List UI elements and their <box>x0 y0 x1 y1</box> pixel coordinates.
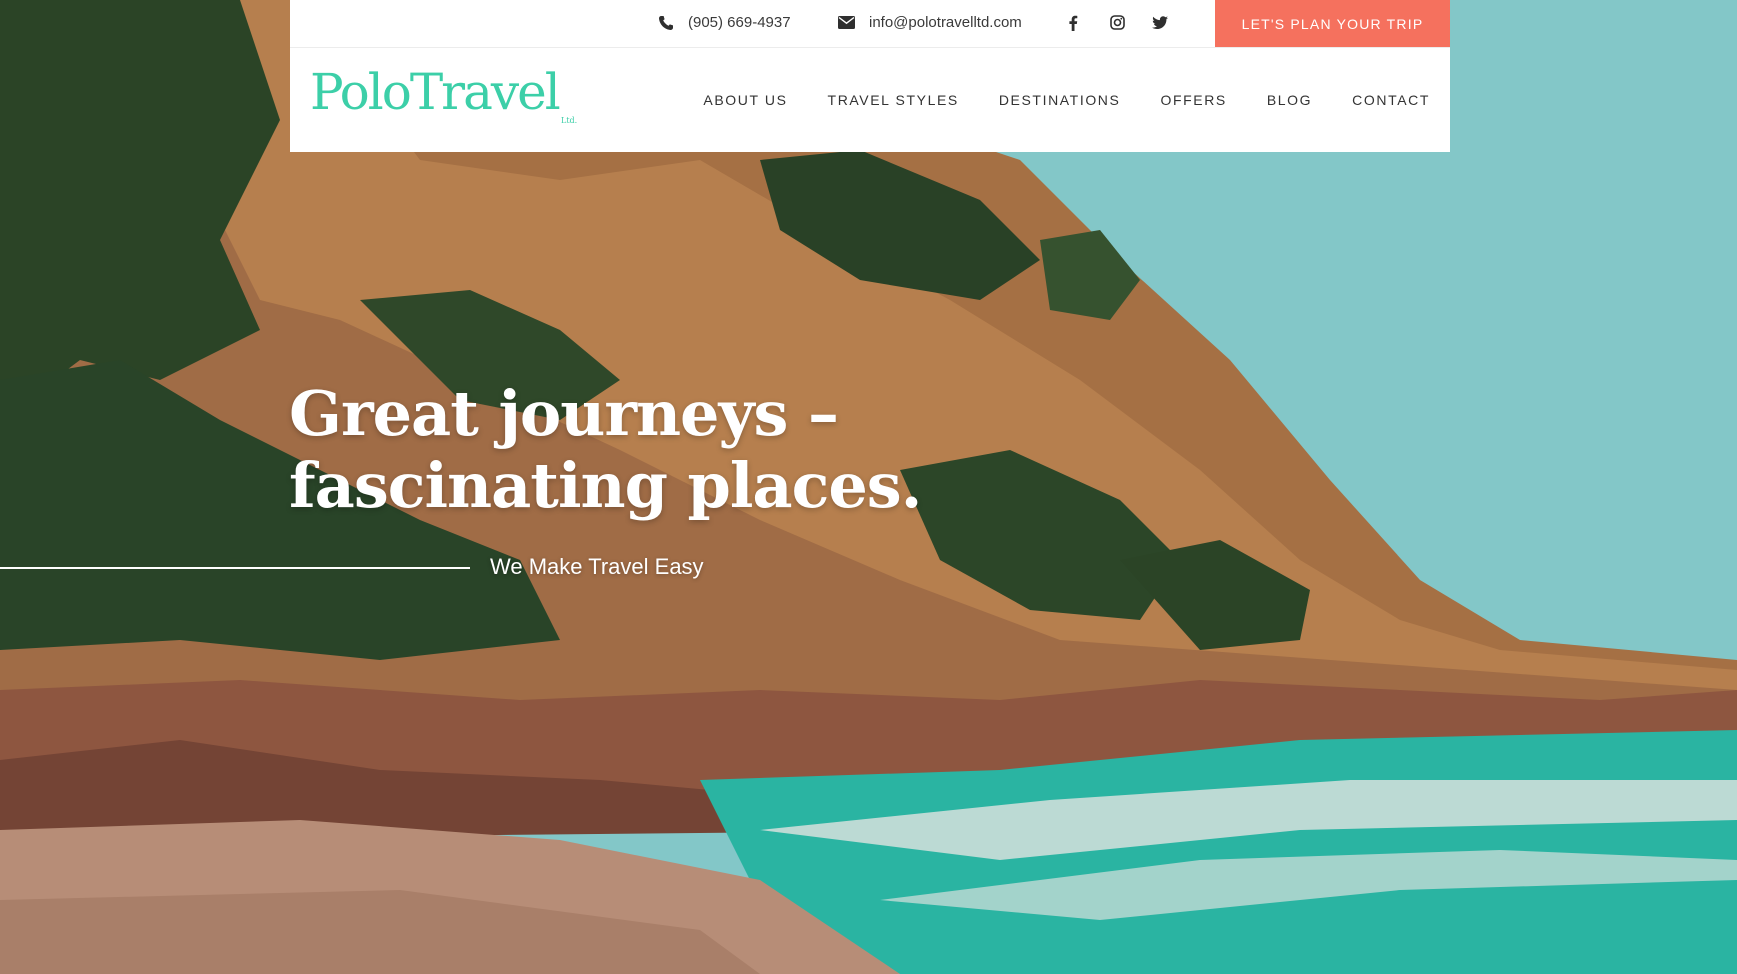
nav-item-offers[interactable]: OFFERS <box>1160 92 1226 108</box>
page: (905) 669-4937 info@polotravelltd.com LE… <box>0 0 1737 974</box>
phone-number: (905) 669-4937 <box>688 14 791 31</box>
site-header: (905) 669-4937 info@polotravelltd.com LE… <box>290 0 1450 152</box>
hero-headline: Great journeys – fascinating places. <box>289 378 989 522</box>
email-address: info@polotravelltd.com <box>869 14 1022 31</box>
nav-item-about-us[interactable]: ABOUT US <box>703 92 787 108</box>
nav-item-blog[interactable]: BLOG <box>1267 92 1312 108</box>
top-contact-bar: (905) 669-4937 info@polotravelltd.com LE… <box>290 0 1450 48</box>
hero-headline-line-2: fascinating places. <box>289 449 922 522</box>
tagline-divider <box>0 567 470 569</box>
nav-item-travel-styles[interactable]: TRAVEL STYLES <box>828 92 959 108</box>
nav-item-contact[interactable]: CONTACT <box>1352 92 1430 108</box>
phone-icon <box>658 15 674 31</box>
email-contact[interactable]: info@polotravelltd.com <box>838 0 1022 45</box>
instagram-link[interactable] <box>1110 0 1125 45</box>
hero-headline-line-1: Great journeys – <box>289 377 839 450</box>
logo-wordmark: PoloTravel <box>310 63 561 121</box>
logo-suffix: Ltd. <box>561 116 578 125</box>
twitter-icon <box>1152 15 1168 30</box>
facebook-link[interactable] <box>1068 0 1078 45</box>
instagram-icon <box>1110 15 1125 30</box>
facebook-icon <box>1068 15 1078 31</box>
main-navigation: ABOUT US TRAVEL STYLES DESTINATIONS OFFE… <box>703 47 1430 152</box>
plan-trip-button[interactable]: LET'S PLAN YOUR TRIP <box>1215 0 1450 47</box>
site-logo[interactable]: PoloTravel Ltd. <box>310 62 580 132</box>
twitter-link[interactable] <box>1152 0 1168 45</box>
nav-item-destinations[interactable]: DESTINATIONS <box>999 92 1121 108</box>
hero-tagline: We Make Travel Easy <box>490 554 704 579</box>
envelope-icon <box>838 16 855 29</box>
phone-contact[interactable]: (905) 669-4937 <box>658 0 791 45</box>
